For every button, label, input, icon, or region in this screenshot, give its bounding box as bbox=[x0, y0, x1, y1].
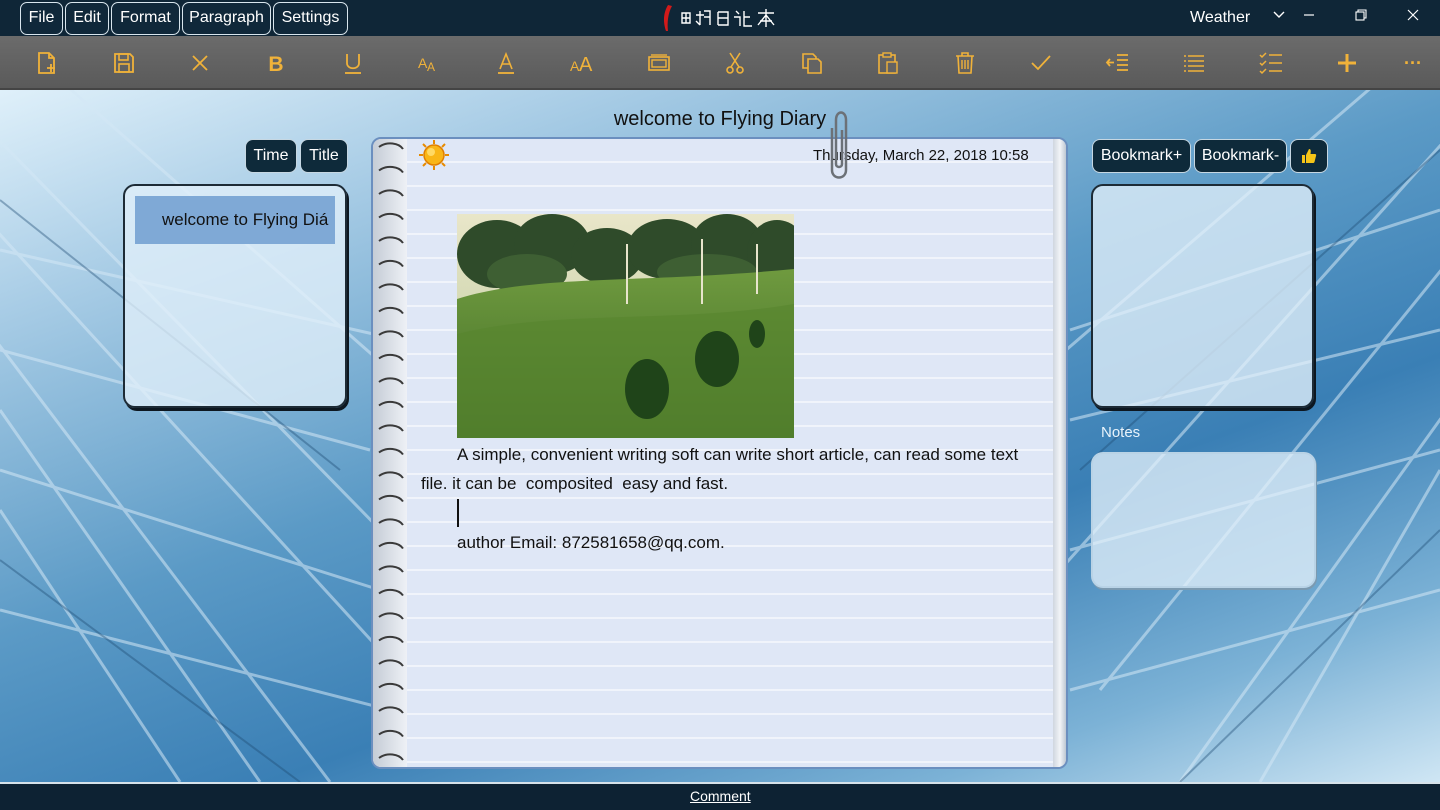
spiral-ring bbox=[378, 189, 404, 197]
body-text-line-3[interactable]: author Email: 872581658@qq.com. bbox=[457, 533, 725, 553]
spiral-ring bbox=[378, 588, 404, 597]
indent-icon[interactable] bbox=[1103, 48, 1133, 78]
delete-icon[interactable] bbox=[950, 48, 980, 78]
minimize-icon[interactable] bbox=[1296, 6, 1322, 30]
list-item[interactable]: welcome to Flying Diá bbox=[135, 196, 335, 244]
spiral-ring bbox=[378, 142, 404, 150]
font-case-icon[interactable]: AA bbox=[567, 48, 597, 78]
comment-link[interactable]: Comment bbox=[690, 788, 751, 804]
spiral-ring bbox=[378, 541, 404, 550]
inserted-photo[interactable] bbox=[457, 214, 794, 438]
save-icon[interactable] bbox=[109, 48, 139, 78]
spiral-ring bbox=[378, 729, 404, 738]
bookmark-panel bbox=[1091, 184, 1314, 408]
spiral-ring bbox=[378, 400, 404, 409]
spiral-ring bbox=[378, 212, 404, 221]
font-size-icon[interactable]: AA bbox=[414, 48, 444, 78]
insert-picture-icon[interactable] bbox=[644, 48, 674, 78]
menu-settings[interactable]: Settings bbox=[273, 2, 348, 35]
cut-icon[interactable] bbox=[720, 48, 750, 78]
svg-text:A: A bbox=[579, 54, 593, 76]
spiral-ring bbox=[378, 165, 404, 174]
paperclip-icon bbox=[822, 108, 854, 184]
notes-area[interactable] bbox=[1091, 452, 1316, 588]
spiral-ring bbox=[378, 353, 404, 362]
checklist-icon[interactable] bbox=[1256, 48, 1286, 78]
chevron-down-icon[interactable] bbox=[1266, 6, 1292, 30]
page-edge bbox=[1053, 139, 1066, 767]
restore-icon[interactable] bbox=[1348, 6, 1374, 30]
spiral-ring bbox=[378, 306, 404, 315]
spiral-ring bbox=[378, 518, 404, 526]
spiral-ring bbox=[378, 283, 404, 291]
spiral-ring bbox=[378, 706, 404, 714]
spiral-ring bbox=[378, 753, 404, 761]
spiral-ring bbox=[378, 377, 404, 385]
underline-icon[interactable] bbox=[338, 48, 368, 78]
spiral-ring bbox=[378, 494, 404, 503]
paste-icon[interactable] bbox=[873, 48, 903, 78]
menu-edit[interactable]: Edit bbox=[65, 2, 109, 35]
spiral-binding bbox=[373, 139, 407, 767]
sun-icon[interactable] bbox=[418, 139, 450, 171]
spiral-ring bbox=[378, 659, 404, 667]
bold-icon[interactable]: B bbox=[261, 48, 291, 78]
title-button[interactable]: Title bbox=[300, 139, 348, 173]
spiral-ring bbox=[378, 424, 404, 432]
font-color-icon[interactable] bbox=[491, 48, 521, 78]
spiral-ring bbox=[378, 236, 404, 244]
weather-selector[interactable]: Weather bbox=[1190, 9, 1250, 27]
spiral-ring bbox=[378, 612, 404, 620]
menu-paragraph[interactable]: Paragraph bbox=[182, 2, 271, 35]
spiral-ring bbox=[378, 259, 404, 268]
menu-file[interactable]: File bbox=[20, 2, 63, 35]
spiral-ring bbox=[378, 565, 404, 573]
body-text-line-2[interactable]: file. it can be composited easy and fast… bbox=[421, 474, 728, 494]
add-icon[interactable] bbox=[1332, 48, 1362, 78]
spiral-ring bbox=[378, 471, 404, 479]
menu-format[interactable]: Format bbox=[111, 2, 180, 35]
close-icon[interactable] bbox=[1400, 6, 1426, 30]
svg-text:B: B bbox=[268, 53, 283, 76]
body-text-line-1[interactable]: A simple, convenient writing soft can wr… bbox=[457, 445, 1018, 465]
spiral-ring bbox=[378, 330, 404, 338]
text-caret bbox=[457, 499, 459, 527]
bookmark-remove-button[interactable]: Bookmark- bbox=[1194, 139, 1287, 173]
time-button[interactable]: Time bbox=[245, 139, 297, 173]
spiral-ring bbox=[378, 635, 404, 644]
bookmark-add-button[interactable]: Bookmark+ bbox=[1092, 139, 1191, 173]
svg-text:A: A bbox=[427, 60, 435, 74]
check-icon[interactable] bbox=[1026, 48, 1056, 78]
list-icon[interactable] bbox=[1179, 48, 1209, 78]
spiral-ring bbox=[378, 447, 404, 456]
toolbar: B AA AA ··· bbox=[0, 36, 1440, 90]
spiral-ring bbox=[378, 682, 404, 691]
title-bar: File Edit Format Paragraph Settings Weat… bbox=[0, 0, 1440, 36]
thumbs-up-icon[interactable] bbox=[1290, 139, 1328, 173]
more-icon[interactable]: ··· bbox=[1398, 48, 1428, 78]
copy-icon[interactable] bbox=[797, 48, 827, 78]
app-logo bbox=[660, 3, 782, 33]
new-file-icon[interactable] bbox=[32, 48, 62, 78]
close-doc-icon[interactable] bbox=[185, 48, 215, 78]
notes-label: Notes bbox=[1101, 424, 1141, 441]
